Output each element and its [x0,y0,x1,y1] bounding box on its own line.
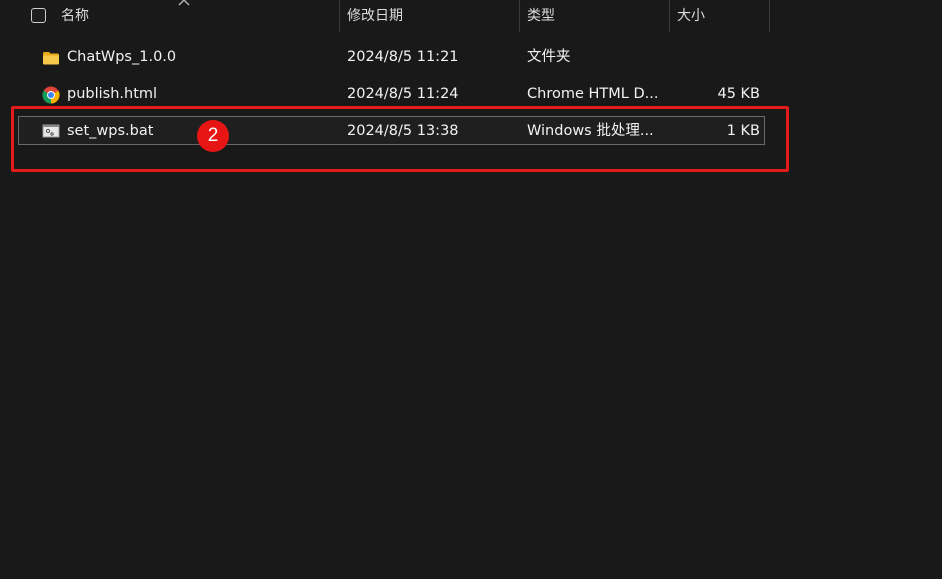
column-divider[interactable] [519,0,520,32]
file-name: publish.html [67,86,158,102]
select-all-checkbox[interactable] [31,8,46,23]
file-type: 文件夹 [527,49,571,65]
annotation-highlight-box [11,106,789,172]
file-row[interactable]: ChatWps_1.0.0 2024/8/5 11:21 文件夹 [18,43,765,72]
column-header: 名称 修改日期 类型 大小 [0,0,942,32]
column-divider[interactable] [769,0,770,32]
file-size [670,43,760,72]
file-size: 45 KB [717,86,760,102]
annotation-step-badge: 2 [197,120,229,152]
file-explorer-list: 名称 修改日期 类型 大小 ChatWps_1.0.0 2024/8/5 11:… [0,0,942,579]
folder-icon [43,52,59,65]
column-divider[interactable] [669,0,670,32]
column-divider[interactable] [339,0,340,32]
file-row[interactable]: publish.html 2024/8/5 11:24 Chrome HTML … [18,80,765,109]
file-date: 2024/8/5 11:21 [347,49,459,65]
column-header-type[interactable]: 类型 [527,0,555,32]
column-header-name[interactable]: 名称 [61,0,89,32]
column-header-size[interactable]: 大小 [677,0,705,32]
sort-ascending-icon [178,0,190,6]
file-name: ChatWps_1.0.0 [67,49,177,65]
file-date: 2024/8/5 11:24 [347,86,459,102]
file-type: Chrome HTML D... [527,86,659,102]
column-header-date[interactable]: 修改日期 [347,0,403,32]
chrome-icon [42,86,60,104]
